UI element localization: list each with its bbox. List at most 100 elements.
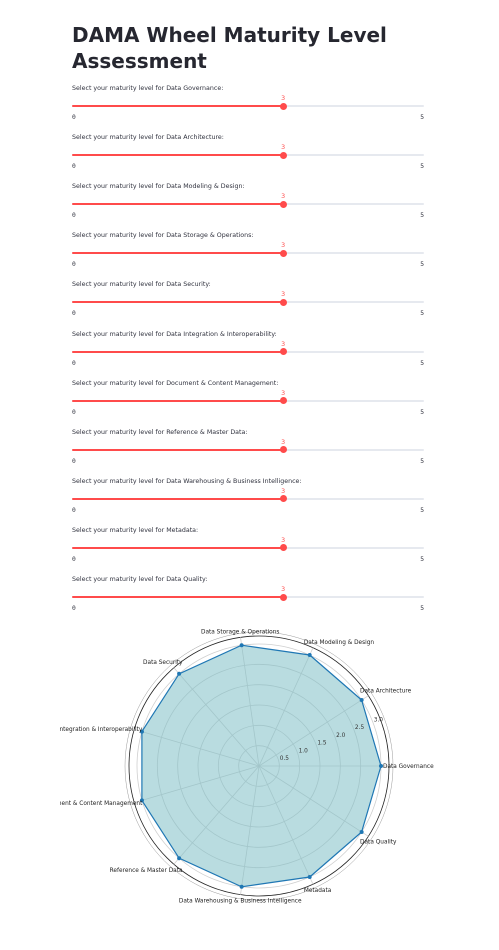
radar-chart: 0.5 1.0 1.5 2.0 2.5 3.0 Data Governance Data Ar… bbox=[60, 629, 434, 905]
slider-track[interactable] bbox=[72, 200, 424, 208]
maturity-slider[interactable]: Select your maturity level for Data Mode… bbox=[72, 183, 424, 223]
slider-max-label: 5 bbox=[420, 408, 424, 416]
radar-tick-label: 1.5 bbox=[317, 741, 327, 747]
slider-fill bbox=[72, 546, 284, 549]
slider-thumb[interactable] bbox=[279, 200, 287, 208]
slider-fill bbox=[72, 596, 284, 598]
slider-value: 3 bbox=[281, 586, 286, 593]
slider-min-label: 0 bbox=[72, 359, 76, 367]
slider-thumb[interactable] bbox=[279, 151, 287, 159]
slider-label: Select your maturity level for Data Gove… bbox=[72, 85, 224, 92]
slider-fill bbox=[72, 154, 284, 157]
slider-track[interactable] bbox=[72, 593, 424, 601]
maturity-slider[interactable]: Select your maturity level for Data Qual… bbox=[72, 576, 424, 616]
slider-track[interactable] bbox=[72, 151, 424, 159]
radar-point bbox=[177, 671, 182, 676]
radar-category-label: Data Storage & Operations bbox=[201, 629, 279, 635]
slider-track[interactable] bbox=[72, 397, 424, 405]
maturity-slider[interactable]: Select your maturity level for Data Secu… bbox=[72, 281, 424, 321]
radar-category-label: Data Quality bbox=[360, 839, 397, 845]
slider-min-label: 0 bbox=[72, 457, 76, 465]
radar-tick-label: 2.0 bbox=[336, 733, 346, 739]
slider-value: 3 bbox=[281, 144, 286, 152]
maturity-slider[interactable]: Select your maturity level for Metadata:… bbox=[72, 527, 424, 567]
slider-value: 3 bbox=[281, 242, 286, 250]
maturity-slider[interactable]: Select your maturity level for Data Gove… bbox=[72, 85, 424, 125]
slider-track[interactable] bbox=[72, 348, 424, 355]
maturity-slider[interactable]: Select your maturity level for Reference… bbox=[72, 429, 424, 469]
radar-category-label: Data Governance bbox=[383, 764, 434, 770]
radar-category-label: Document & Content Management bbox=[60, 801, 143, 807]
slider-fill bbox=[72, 350, 284, 353]
slider-thumb[interactable] bbox=[279, 593, 287, 601]
slider-fill bbox=[72, 448, 284, 451]
radar-point bbox=[239, 884, 244, 889]
slider-track[interactable] bbox=[72, 102, 424, 110]
slider-fill bbox=[72, 497, 284, 500]
slider-min-label: 0 bbox=[72, 310, 76, 318]
radar-series-area bbox=[141, 644, 382, 888]
slider-thumb[interactable] bbox=[279, 348, 287, 355]
slider-fill bbox=[72, 399, 284, 402]
slider-max-label: 5 bbox=[420, 261, 424, 269]
maturity-slider[interactable]: Select your maturity level for Data Ware… bbox=[72, 478, 424, 518]
slider-label: Select your maturity level for Metadata: bbox=[72, 526, 199, 534]
slider-min-label: 0 bbox=[72, 212, 76, 220]
slider-thumb[interactable] bbox=[279, 397, 287, 405]
slider-track[interactable] bbox=[72, 298, 424, 306]
radar-tick-label: 2.5 bbox=[355, 725, 365, 731]
radar-point bbox=[307, 653, 312, 658]
slider-value: 3 bbox=[281, 389, 286, 397]
slider-min-label: 0 bbox=[72, 605, 76, 612]
slider-track[interactable] bbox=[72, 495, 424, 503]
slider-value: 3 bbox=[281, 193, 286, 201]
radar-point bbox=[359, 829, 364, 834]
slider-thumb[interactable] bbox=[279, 446, 287, 454]
slider-label: Select your maturity level for Document … bbox=[72, 379, 279, 387]
radar-category-label: Reference & Master Data bbox=[110, 868, 183, 874]
slider-min-label: 0 bbox=[72, 114, 76, 121]
slider-thumb[interactable] bbox=[279, 495, 287, 503]
radar-point bbox=[239, 643, 244, 648]
slider-max-label: 5 bbox=[420, 555, 424, 563]
slider-track[interactable] bbox=[72, 544, 424, 552]
maturity-slider[interactable]: Select your maturity level for Document … bbox=[72, 380, 424, 420]
radar-tick-label: 1.0 bbox=[299, 748, 309, 754]
maturity-slider[interactable]: Select your maturity level for Data Arch… bbox=[72, 134, 424, 174]
maturity-slider[interactable]: Select your maturity level for Data Inte… bbox=[72, 331, 424, 371]
slider-fill bbox=[72, 203, 284, 206]
slider-fill bbox=[72, 301, 284, 304]
slider-max-label: 5 bbox=[420, 359, 424, 367]
radar-category-label: Data Security bbox=[143, 660, 183, 666]
slider-min-label: 0 bbox=[72, 555, 76, 563]
radar-category-label: Metadata bbox=[304, 888, 332, 894]
slider-track[interactable] bbox=[72, 249, 424, 257]
slider-label: Select your maturity level for Data Secu… bbox=[72, 281, 211, 289]
slider-value: 3 bbox=[281, 438, 286, 446]
radar-tick-label: 0.5 bbox=[280, 756, 290, 762]
radar-point bbox=[307, 874, 312, 879]
slider-max-label: 5 bbox=[420, 212, 424, 220]
maturity-slider[interactable]: Select your maturity level for Data Stor… bbox=[72, 232, 424, 272]
radar-category-label: Data Integration & Interoperability bbox=[60, 727, 143, 733]
slider-value: 3 bbox=[281, 340, 286, 348]
slider-label: Select your maturity level for Data Arch… bbox=[72, 134, 224, 142]
slider-thumb[interactable] bbox=[279, 249, 287, 257]
slider-label: Select your maturity level for Data Ware… bbox=[72, 477, 302, 485]
slider-max-label: 5 bbox=[420, 506, 424, 514]
slider-value: 3 bbox=[281, 536, 286, 544]
slider-thumb[interactable] bbox=[279, 298, 287, 306]
radar-point bbox=[359, 698, 364, 703]
slider-thumb[interactable] bbox=[279, 544, 287, 552]
radar-tick-label: 3.0 bbox=[374, 717, 384, 723]
slider-min-label: 0 bbox=[72, 163, 76, 171]
slider-track[interactable] bbox=[72, 446, 424, 454]
page-title: DAMA Wheel Maturity Level Assessment bbox=[72, 23, 387, 73]
radar-category-label: Data Warehousing & Business Intelligence bbox=[179, 899, 302, 905]
slider-thumb[interactable] bbox=[279, 102, 287, 110]
slider-min-label: 0 bbox=[72, 506, 76, 514]
radar-point bbox=[177, 856, 182, 861]
slider-min-label: 0 bbox=[72, 408, 76, 416]
slider-max-label: 5 bbox=[420, 114, 424, 121]
slider-value: 3 bbox=[281, 291, 286, 299]
